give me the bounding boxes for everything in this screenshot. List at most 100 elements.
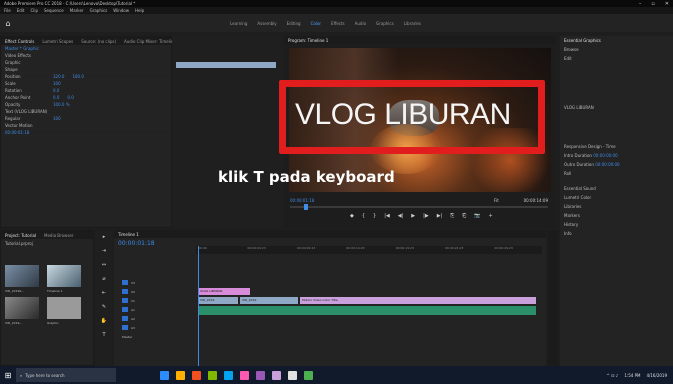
workspace-tab[interactable]: Libraries (404, 21, 421, 26)
taskbar-app-icon[interactable] (208, 370, 217, 380)
hand-tool-icon[interactable]: ✋ (101, 318, 107, 324)
menu-sequence[interactable]: Sequence (44, 8, 64, 13)
taskbar-search-box[interactable]: ⌕ Type here to search (16, 368, 116, 382)
track-header[interactable]: Master (116, 332, 194, 341)
graphic-clip[interactable]: VLOG LIBURAN (198, 288, 250, 295)
effect-row[interactable]: Opacity 100.0 % (1, 101, 171, 108)
lumetri-color-tab[interactable]: Lumetri Color (560, 193, 673, 202)
clock-time[interactable]: 1:54 PM (624, 373, 640, 378)
go-to-out-icon[interactable]: ▶| (437, 213, 443, 219)
minimize-icon[interactable]: – (639, 1, 642, 7)
windows-start-icon[interactable]: ⊞ (0, 371, 16, 380)
track-target-toggle[interactable] (122, 316, 128, 321)
track-header[interactable]: A3 (116, 323, 194, 332)
clip-thumbnail[interactable] (5, 297, 39, 319)
video-clip[interactable]: Motion Video Color Title (300, 297, 536, 304)
effect-row[interactable]: Rotation 0.0 (1, 87, 171, 94)
effect-row[interactable]: Text (VLOG LIBURAN) (1, 108, 171, 115)
workspace-tab[interactable]: Graphics (376, 21, 394, 26)
timeline-timecode[interactable]: 00:00:01:18 (118, 240, 155, 247)
track-header[interactable]: A1 (116, 305, 194, 314)
info-tab[interactable]: Info (560, 229, 673, 238)
intro-duration[interactable]: Intro Duration 00:00:00:00 (560, 151, 673, 160)
ripple-edit-tool-icon[interactable]: ↔ (102, 262, 106, 268)
tab-project[interactable]: Project: Tutorial (5, 233, 36, 238)
track-select-tool-icon[interactable]: ⇥ (102, 248, 106, 254)
menu-help[interactable]: Help (135, 8, 144, 13)
taskbar-app-icon[interactable] (224, 370, 233, 380)
time-ruler[interactable]: 00:00 00:00:04:23 00:00:09:23 00:00:14:2… (196, 246, 542, 254)
effect-row[interactable]: Anchor Point 0.0 0.0 (1, 94, 171, 101)
program-timecode[interactable]: 00:00:01:18 (290, 198, 314, 203)
tab-media-browser[interactable]: Media Browser (44, 233, 74, 238)
track-header[interactable]: V1 (116, 296, 194, 305)
tab-timeline[interactable]: Timeline 1 (118, 232, 139, 237)
video-clip[interactable]: VID_2019 (240, 297, 298, 304)
sequence-selector[interactable]: Master * Graphic (1, 45, 171, 52)
mark-in-icon[interactable]: { (362, 213, 365, 219)
track-target-toggle[interactable] (122, 307, 128, 312)
track-target-toggle[interactable] (122, 280, 128, 285)
workspace-tab[interactable]: Audio (355, 21, 366, 26)
taskbar-app-icon[interactable] (304, 370, 313, 380)
workspace-tab[interactable]: Assembly (257, 21, 276, 26)
effect-row[interactable]: Scale 100 (1, 80, 171, 87)
add-marker-icon[interactable]: ◆ (350, 213, 354, 219)
effect-row[interactable]: Vector Motion (1, 122, 171, 129)
maximize-icon[interactable]: ▫ (651, 1, 654, 7)
effect-row[interactable]: Position 320.0 180.0 (1, 73, 171, 80)
libraries-tab[interactable]: Libraries (560, 202, 673, 211)
workspace-tab-active[interactable]: Color (311, 21, 321, 26)
workspace-tab[interactable]: Editing (287, 21, 301, 26)
menu-clip[interactable]: Clip (30, 8, 38, 13)
fit-dropdown[interactable]: Fit (494, 198, 499, 203)
lift-icon[interactable]: ⎘ (450, 213, 454, 219)
go-to-in-icon[interactable]: |◀ (384, 213, 390, 219)
step-back-icon[interactable]: ◀| (398, 213, 404, 219)
timeline-playhead[interactable] (198, 246, 199, 366)
close-icon[interactable]: ✕ (665, 1, 669, 7)
workspace-tab[interactable]: Learning (230, 21, 247, 26)
program-scrubber[interactable] (290, 204, 548, 210)
audio-clip[interactable] (198, 306, 536, 315)
history-tab[interactable]: History (560, 220, 673, 229)
effect-row[interactable]: Regular 100 (1, 115, 171, 122)
step-forward-icon[interactable]: |▶ (423, 213, 429, 219)
taskbar-app-icon[interactable] (192, 370, 201, 380)
graphic-clip-bar[interactable] (176, 62, 276, 68)
layer-item[interactable]: VLOG LIBURAN (560, 103, 673, 112)
clip-thumbnail[interactable] (47, 297, 81, 319)
tab-effect-controls[interactable]: Effect Controls (5, 39, 34, 44)
track-target-toggle[interactable] (122, 289, 128, 294)
clip-thumbnail[interactable] (5, 265, 39, 287)
button-editor-icon[interactable]: + (488, 213, 492, 219)
tab-lumetri-scopes[interactable]: Lumetri Scopes (42, 39, 73, 44)
menu-file[interactable]: File (4, 8, 11, 13)
extract-icon[interactable]: ⎗ (462, 213, 466, 219)
mark-out-icon[interactable]: } (373, 213, 376, 219)
clip-thumbnail[interactable] (47, 265, 81, 287)
type-tool-icon[interactable]: T (102, 332, 105, 338)
play-icon[interactable]: ▶ (411, 213, 415, 219)
track-header[interactable]: A2 (116, 314, 194, 323)
tab-edit[interactable]: Edit (560, 54, 673, 63)
taskbar-app-icon[interactable] (272, 370, 281, 380)
menu-marker[interactable]: Marker (70, 8, 84, 13)
playhead-marker[interactable] (304, 204, 308, 210)
track-target-toggle[interactable] (122, 298, 128, 303)
markers-tab[interactable]: Markers (560, 211, 673, 220)
outro-duration[interactable]: Outro Duration 00:00:00:00 (560, 160, 673, 169)
razor-tool-icon[interactable]: ⌀ (102, 276, 105, 282)
menu-edit[interactable]: Edit (17, 8, 25, 13)
taskbar-app-icon[interactable] (256, 370, 265, 380)
taskbar-app-icon[interactable] (160, 370, 169, 380)
clock-date[interactable]: 4/16/2019 (646, 373, 667, 378)
slip-tool-icon[interactable]: ⇤ (102, 290, 106, 296)
tray-icons[interactable]: ^ ⊡ ♪ (607, 373, 619, 378)
taskbar-app-icon[interactable] (240, 370, 249, 380)
effect-row[interactable]: Graphic (1, 59, 171, 66)
menu-graphics[interactable]: Graphics (90, 8, 108, 13)
video-clip[interactable]: VID_2019 (198, 297, 238, 304)
effect-row[interactable]: Shape (1, 66, 171, 73)
track-header[interactable]: V2 (116, 287, 194, 296)
